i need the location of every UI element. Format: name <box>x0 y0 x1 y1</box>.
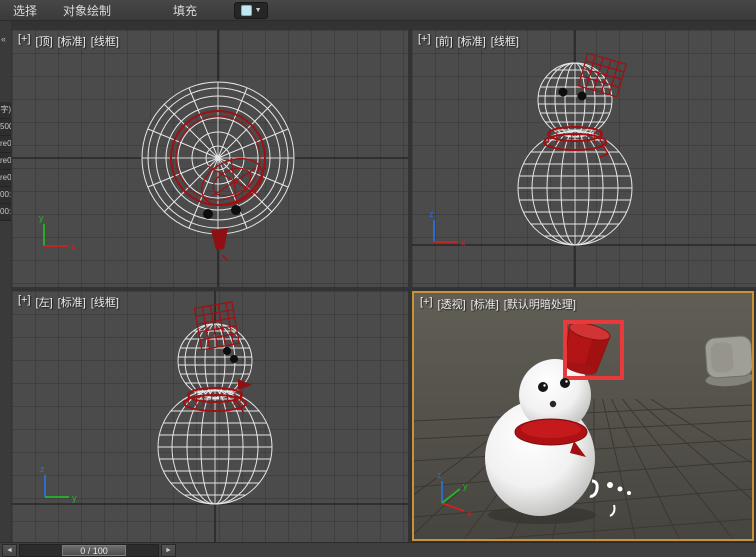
menu-populate-label: 填充 <box>173 3 198 18</box>
axis-label-x: x <box>461 238 466 248</box>
viewport-menu-shading[interactable]: [默认明暗处理] <box>504 296 576 312</box>
viewport-menu-plus[interactable]: [+] <box>420 296 433 312</box>
viewport-left[interactable]: [+] [左] [标准] [线框] z y <box>12 291 408 543</box>
viewport-menu-view[interactable]: [顶] <box>36 33 53 49</box>
snowman-shaded[interactable] <box>485 320 624 524</box>
eye-glint <box>565 380 568 383</box>
menu-select-label: 选择 <box>13 3 38 18</box>
next-frame-button[interactable]: ► <box>161 543 176 557</box>
axis-label-y: y <box>463 481 468 491</box>
viewport-perspective-canvas: z x y <box>414 320 752 539</box>
snowman-eye[interactable] <box>538 382 548 392</box>
snowman-mouth-dot[interactable] <box>549 400 557 408</box>
previous-frame-button[interactable]: ◄ <box>2 543 17 557</box>
viewport-front[interactable]: [+] [前] [标准] [线框] z x <box>412 30 756 287</box>
watermark-scribble <box>589 479 631 517</box>
eye-glint <box>543 384 546 387</box>
left-clipped-panel: « 字) 500 re0 re0 re0 00: 00: <box>0 21 11 543</box>
snowman-front-eye[interactable] <box>558 87 568 97</box>
viewport-menu-standard[interactable]: [标准] <box>458 33 486 49</box>
axis-tripod: y x <box>39 213 76 252</box>
clipped-label: 500 <box>0 119 11 136</box>
axis-tripod: z x y <box>437 470 472 518</box>
viewport-menu-plus[interactable]: [+] <box>18 33 31 49</box>
viewport-top[interactable]: [+] [顶] [标准] [线框] y x <box>12 30 408 287</box>
viewport-top-canvas: y x <box>12 30 408 287</box>
snowman-top-eye[interactable] <box>231 205 241 215</box>
viewport-menu-plus[interactable]: [+] <box>18 294 31 310</box>
snowman-left-wireframe[interactable] <box>157 323 273 505</box>
snowman-top-wireframe[interactable] <box>141 81 295 235</box>
viewport-menu-shading[interactable]: [线框] <box>91 33 119 49</box>
axis-label-y: y <box>39 213 44 223</box>
snowman-top-eye[interactable] <box>203 209 213 219</box>
viewport-front-label: [+] [前] [标准] [线框] <box>418 33 519 49</box>
clipped-label: 00: <box>0 204 11 221</box>
axis-label-x: x <box>467 508 472 518</box>
snowman-left-eye[interactable] <box>223 347 231 355</box>
chevron-down-icon: ▼ <box>254 6 262 14</box>
snowman-left-eye[interactable] <box>230 355 238 363</box>
snowman-eye[interactable] <box>560 378 570 388</box>
viewport-menu-shading[interactable]: [线框] <box>491 33 519 49</box>
menu-populate[interactable]: 填充 <box>160 0 210 20</box>
axis-label-y: y <box>72 493 77 503</box>
snowman-left-nose[interactable] <box>238 379 252 390</box>
snowman-left-hat[interactable] <box>193 301 240 351</box>
viewport-top-label: [+] [顶] [标准] [线框] <box>18 33 119 49</box>
axis-label-z: z <box>437 470 442 480</box>
snowman-top-nose[interactable] <box>211 228 228 250</box>
viewport-perspective-label: [+] [透视] [标准] [默认明暗处理] <box>420 296 576 312</box>
time-slider-track[interactable]: 0 / 100 <box>19 543 159 557</box>
axis-label-z: z <box>40 464 45 474</box>
clipped-label: re0 <box>0 153 11 170</box>
time-slider-bar: ◄ 0 / 100 ► <box>0 542 756 557</box>
snowman-front-eye[interactable] <box>577 91 587 101</box>
axis-tripod: z y <box>40 464 77 503</box>
viewport-menu-shading[interactable]: [线框] <box>91 294 119 310</box>
viewport-menu-view[interactable]: [左] <box>36 294 53 310</box>
viewport-menu-view[interactable]: [前] <box>436 33 453 49</box>
menu-object-paint-label: 对象绘制 <box>63 3 112 18</box>
axis-label-x: x <box>71 242 76 252</box>
toolbar-dropdown-button[interactable]: ▼ <box>234 1 269 19</box>
viewport-left-canvas: z y <box>12 291 408 543</box>
clipped-label: 字) <box>0 102 11 119</box>
main-toolbar: 选择 对象绘制 填充 ▼ <box>0 0 756 21</box>
viewport-menu-plus[interactable]: [+] <box>418 33 431 49</box>
axis-tripod: z x <box>429 209 466 248</box>
time-slider-thumb[interactable]: 0 / 100 <box>62 544 126 556</box>
axis-label-z: z <box>429 209 434 219</box>
viewport-menu-standard[interactable]: [标准] <box>471 296 499 312</box>
snowman-front-wireframe[interactable] <box>517 62 633 246</box>
clipped-label: re0 <box>0 136 11 153</box>
menu-object-paint[interactable]: 对象绘制 <box>50 0 124 20</box>
viewport-menu-standard[interactable]: [标准] <box>58 33 86 49</box>
viewport-menu-standard[interactable]: [标准] <box>58 294 86 310</box>
background-gray-object[interactable] <box>703 335 752 387</box>
menu-select[interactable]: 选择 <box>0 0 50 20</box>
viewport-perspective[interactable]: [+] [透视] [标准] [默认明暗处理] z x y <box>412 291 754 541</box>
viewport-left-label: [+] [左] [标准] [线框] <box>18 294 119 310</box>
clipped-label: 00: <box>0 187 11 204</box>
toolbar-dropdown-icon <box>240 4 252 16</box>
clipped-label: re0 <box>0 170 11 187</box>
viewport-front-canvas: z x <box>412 30 756 287</box>
viewport-menu-view[interactable]: [透视] <box>438 296 466 312</box>
collapse-arrows-icon[interactable]: « <box>1 34 6 44</box>
